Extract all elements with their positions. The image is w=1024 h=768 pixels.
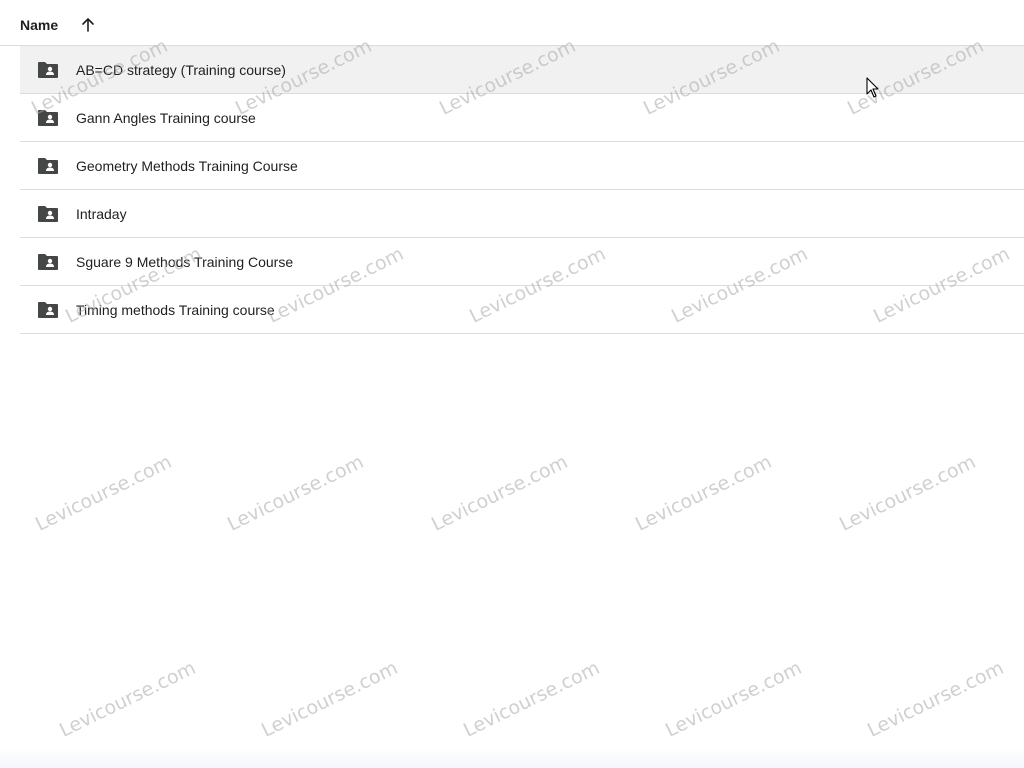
file-name: Intraday	[76, 206, 127, 222]
watermark-text: Levicourse.com	[460, 656, 604, 742]
file-browser: Name AB=CD strategy (Training course) Ga…	[0, 0, 1024, 768]
shared-folder-icon	[38, 206, 58, 222]
file-name: Gann Angles Training course	[76, 110, 256, 126]
watermark-text: Levicourse.com	[428, 450, 572, 536]
list-item[interactable]: Geometry Methods Training Course	[20, 142, 1024, 190]
bottom-edge	[0, 748, 1024, 768]
list-item[interactable]: Sguare 9 Methods Training Course	[20, 238, 1024, 286]
name-column-header[interactable]: Name	[20, 17, 58, 33]
watermark-text: Levicourse.com	[224, 450, 368, 536]
shared-folder-icon	[38, 254, 58, 270]
mouse-pointer-icon	[866, 77, 879, 98]
watermark-text: Levicourse.com	[32, 450, 176, 536]
shared-folder-icon	[38, 158, 58, 174]
list-item[interactable]: Intraday	[20, 190, 1024, 238]
shared-folder-icon	[38, 302, 58, 318]
shared-folder-icon	[38, 62, 58, 78]
arrow-up-icon[interactable]	[80, 17, 96, 33]
file-name: Timing methods Training course	[76, 302, 275, 318]
watermark-text: Levicourse.com	[662, 656, 806, 742]
watermark-text: Levicourse.com	[258, 656, 402, 742]
file-name: Geometry Methods Training Course	[76, 158, 298, 174]
file-name: AB=CD strategy (Training course)	[76, 62, 286, 78]
list-item[interactable]: Gann Angles Training course	[20, 94, 1024, 142]
watermark-text: Levicourse.com	[56, 656, 200, 742]
list-item[interactable]: Timing methods Training course	[20, 286, 1024, 334]
file-name: Sguare 9 Methods Training Course	[76, 254, 294, 270]
watermark-text: Levicourse.com	[836, 450, 980, 536]
watermark-text: Levicourse.com	[632, 450, 776, 536]
column-header: Name	[0, 0, 1024, 46]
watermark-text: Levicourse.com	[864, 656, 1008, 742]
shared-folder-icon	[38, 110, 58, 126]
